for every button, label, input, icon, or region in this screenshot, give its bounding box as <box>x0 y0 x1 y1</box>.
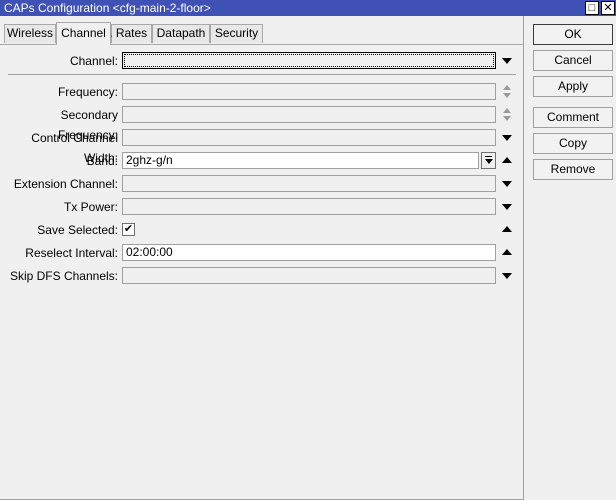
chevron-down-icon <box>502 204 512 210</box>
comment-button[interactable]: Comment <box>533 107 613 128</box>
tx-power-field[interactable] <box>122 198 496 215</box>
save-selected-checkbox[interactable]: ✔ <box>122 223 135 236</box>
tab-wireless[interactable]: Wireless <box>4 24 56 43</box>
extension-channel-dropdown-arrow[interactable] <box>500 176 514 192</box>
band-label: Band: <box>86 154 118 168</box>
tab-rates[interactable]: Rates <box>111 24 152 43</box>
channel-row: Channel: <box>0 51 524 71</box>
skip-dfs-channels-field[interactable] <box>122 267 496 284</box>
save-selected-label: Save Selected: <box>37 223 118 237</box>
tab-datapath[interactable]: Datapath <box>152 24 210 43</box>
chevron-down-icon <box>502 181 512 187</box>
reselect-interval-row: Reselect Interval: 02:00:00 <box>0 243 524 263</box>
reselect-interval-field[interactable]: 02:00:00 <box>122 244 496 261</box>
maximize-icon[interactable]: □ <box>585 1 599 15</box>
frequency-field[interactable] <box>122 83 496 100</box>
band-field[interactable]: 2ghz-g/n <box>122 152 479 169</box>
skip-dfs-channels-row: Skip DFS Channels: <box>0 266 524 286</box>
frequency-row: Frequency: <box>0 82 524 102</box>
chevron-up-icon <box>502 157 512 163</box>
tab-security[interactable]: Security <box>210 24 263 43</box>
frequency-label: Frequency: <box>57 85 118 99</box>
ok-button[interactable]: OK <box>533 24 613 45</box>
extension-channel-row: Extension Channel: <box>0 174 524 194</box>
window-title: CAPs Configuration <cfg-main-2-floor> <box>4 1 211 15</box>
control-channel-width-field[interactable] <box>122 129 496 146</box>
chevron-down-icon <box>502 135 512 141</box>
channel-dropdown-arrow[interactable] <box>500 53 514 69</box>
spin-up-icon <box>503 85 511 90</box>
close-icon[interactable]: ✕ <box>601 1 615 15</box>
reselect-interval-collapse-arrow[interactable] <box>500 245 514 261</box>
chevron-down-icon <box>485 159 493 164</box>
spin-down-icon <box>503 116 511 121</box>
band-dropdown-button[interactable] <box>481 152 496 169</box>
spin-down-icon <box>503 93 511 98</box>
tx-power-dropdown-arrow[interactable] <box>500 199 514 215</box>
tx-power-row: Tx Power: <box>0 197 524 217</box>
chevron-down-icon <box>502 58 512 64</box>
spin-up-icon <box>503 108 511 113</box>
save-selected-row: Save Selected: ✔ <box>0 220 524 240</box>
control-channel-width-row: Control Channel Width: <box>0 128 524 165</box>
remove-button[interactable]: Remove <box>533 159 613 180</box>
band-row: Band: 2ghz-g/n <box>0 151 524 171</box>
skip-dfs-channels-dropdown-arrow[interactable] <box>500 268 514 284</box>
secondary-frequency-field[interactable] <box>122 106 496 123</box>
cancel-button[interactable]: Cancel <box>533 50 613 71</box>
tx-power-label: Tx Power: <box>63 200 118 214</box>
tab-channel[interactable]: Channel <box>56 22 111 45</box>
channel-label: Channel: <box>69 54 118 68</box>
secondary-frequency-spinner[interactable] <box>500 107 514 123</box>
control-channel-width-dropdown-arrow[interactable] <box>500 130 514 146</box>
extension-channel-label: Extension Channel: <box>13 177 118 191</box>
chevron-up-icon <box>502 249 512 255</box>
chevron-up-icon <box>502 226 512 232</box>
chevron-down-icon <box>502 273 512 279</box>
skip-dfs-channels-label: Skip DFS Channels: <box>9 269 118 283</box>
section-divider <box>8 74 516 75</box>
band-collapse-arrow[interactable] <box>500 153 514 169</box>
channel-field[interactable] <box>122 52 496 69</box>
reselect-interval-label: Reselect Interval: <box>25 246 118 260</box>
dropdown-bar-icon <box>485 156 492 157</box>
frequency-spinner[interactable] <box>500 84 514 100</box>
secondary-frequency-row: Secondary Frequency: <box>0 105 524 142</box>
copy-button[interactable]: Copy <box>533 133 613 154</box>
window-titlebar[interactable]: CAPs Configuration <cfg-main-2-floor> □ … <box>0 0 616 16</box>
save-selected-collapse-arrow[interactable] <box>500 222 514 238</box>
apply-button[interactable]: Apply <box>533 76 613 97</box>
extension-channel-field[interactable] <box>122 175 496 192</box>
